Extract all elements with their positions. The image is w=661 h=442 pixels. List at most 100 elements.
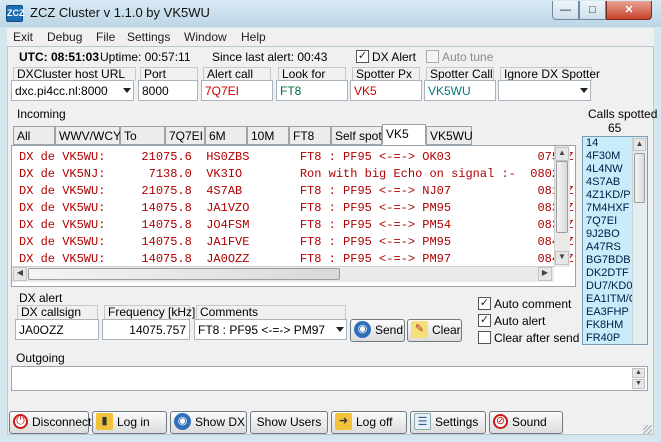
globe-icon: ◉ (354, 321, 371, 339)
comments-combo[interactable]: FT8 : PF95 <-=-> PM97 (194, 319, 347, 340)
show-dx-button[interactable]: ◉ Show DX (170, 411, 247, 434)
settings-icon: ☰ (414, 413, 431, 431)
sound-button[interactable]: ⊘ Sound (489, 411, 563, 434)
list-item[interactable]: 4F30M (586, 150, 620, 162)
host-url-combo[interactable]: dxc.pi4cc.nl:8000 (11, 80, 134, 101)
menu-debug[interactable]: Debug (47, 30, 82, 44)
message-line[interactable]: DX de VK5WU: 21075.6 HS0ZBS FT8 : PF95 <… (19, 150, 574, 164)
message-line[interactable]: DX de VK5WU: 14075.8 JA1FVE FT8 : PF95 <… (19, 235, 574, 249)
maximize-button[interactable]: □ (579, 1, 606, 20)
tab-6m[interactable]: 6M (205, 126, 247, 145)
list-item[interactable]: DU7/KD0I (586, 280, 636, 292)
clear-button[interactable]: ✎ Clear (407, 319, 462, 342)
scroll-down-icon[interactable]: ▼ (632, 379, 645, 389)
resize-grip[interactable] (643, 425, 652, 434)
list-item[interactable]: 7M4HXF (586, 202, 629, 214)
list-item[interactable]: 9J2BO (586, 228, 620, 240)
send-button[interactable]: ◉ Send (350, 319, 405, 342)
dx-alert-checkbox[interactable]: ✓ (356, 50, 369, 63)
auto-alert-checkbox[interactable]: ✓ (478, 314, 491, 327)
list-item[interactable]: 14 (586, 137, 598, 149)
list-item[interactable]: EA3FHP (586, 306, 629, 318)
menu-settings[interactable]: Settings (127, 30, 170, 44)
scroll-down-icon[interactable]: ▼ (555, 251, 569, 265)
message-line[interactable]: DX de VK5WU: 21075.8 4S7AB FT8 : PF95 <-… (19, 184, 574, 198)
tab-ft8[interactable]: FT8 (289, 126, 331, 145)
tab-self-spot[interactable]: Self spot (331, 126, 382, 145)
clear-button-label: Clear (432, 323, 461, 337)
eraser-icon: ✎ (411, 321, 428, 339)
list-item[interactable]: 7Q7EI (586, 215, 617, 227)
message-line[interactable]: DX de VK5NJ: 7138.0 VK3IO Ron with big E… (19, 167, 566, 181)
clear-after-send-label: Clear after send (494, 331, 580, 345)
log-off-button[interactable]: ➜ Log off (331, 411, 407, 434)
comments-value: FT8 : PF95 <-=-> PM97 (198, 323, 326, 337)
scroll-up-icon[interactable]: ▲ (555, 147, 569, 161)
port-input[interactable]: 8000 (138, 80, 198, 101)
frequency-input[interactable]: 14075.757 (102, 319, 190, 340)
list-item[interactable]: BG7BDB (586, 254, 631, 266)
tab-vk5wu[interactable]: VK5WU (426, 126, 473, 145)
list-item[interactable]: FR40P (586, 332, 620, 344)
look-for-input[interactable]: FT8 (276, 80, 348, 101)
list-item[interactable]: DK2DTF (586, 267, 629, 279)
scroll-right-icon[interactable]: ▶ (538, 267, 552, 281)
list-item[interactable]: 4S7AB (586, 176, 620, 188)
tab-wwv-wcy[interactable]: WWV/WCY (55, 126, 121, 145)
calls-scroll-thumb[interactable] (634, 153, 645, 203)
auto-comment-checkbox[interactable]: ✓ (478, 297, 491, 310)
outgoing-textarea[interactable] (11, 366, 648, 391)
horizontal-scroll-thumb[interactable] (28, 268, 340, 280)
alert-call-label: Alert call (203, 67, 271, 81)
spotter-px-label: Spotter Px (352, 67, 420, 81)
vertical-scroll-thumb[interactable] (556, 161, 568, 233)
auto-comment-label: Auto comment (494, 297, 572, 311)
spotter-call-input[interactable]: VK5WU (424, 80, 496, 101)
list-item[interactable]: 4Z1KD/P (586, 189, 631, 201)
list-item[interactable]: EA1ITM/Q (586, 293, 637, 305)
show-dx-label: Show DX (195, 415, 246, 429)
scroll-up-icon[interactable]: ▲ (632, 368, 645, 378)
minimize-button[interactable]: — (552, 1, 579, 20)
sound-label: Sound (512, 415, 547, 429)
dx-callsign-input[interactable]: JA0OZZ (15, 319, 99, 340)
auto-tune-checkbox[interactable] (426, 50, 439, 63)
host-url-label: DXCluster host URL (13, 67, 136, 81)
alert-call-input[interactable]: 7Q7EI (201, 80, 273, 101)
tab-all[interactable]: All (13, 126, 55, 145)
ignore-spotter-combo[interactable] (498, 80, 591, 101)
chevron-down-icon (336, 327, 344, 332)
scroll-up-icon[interactable]: ▲ (633, 138, 646, 151)
calls-spotted-count: 65 (608, 121, 622, 135)
menu-exit[interactable]: Exit (13, 30, 33, 44)
app-icon: ZCZ (6, 5, 25, 22)
dx-alert-label: DX Alert (372, 50, 417, 64)
list-item[interactable]: A47RS (586, 241, 621, 253)
close-button[interactable]: ✕ (606, 1, 652, 20)
menu-window[interactable]: Window (184, 30, 227, 44)
clear-after-send-checkbox[interactable] (478, 331, 491, 344)
tab-10m[interactable]: 10M (247, 126, 289, 145)
tab-to[interactable]: To (120, 126, 165, 145)
show-users-button[interactable]: Show Users (250, 411, 328, 434)
list-item[interactable]: 4L4NW (586, 163, 623, 175)
disconnect-button[interactable]: ⏻ Disconnect (9, 411, 91, 434)
menu-bar: Exit Debug File Settings Window Help (7, 28, 654, 46)
chevron-down-icon (123, 88, 131, 93)
list-item[interactable]: FK8HM (586, 319, 623, 331)
login-button[interactable]: ▮ Log in (92, 411, 167, 434)
tab-7q7ei[interactable]: 7Q7EI (165, 126, 205, 145)
message-line[interactable]: DX de VK5WU: 14075.8 JA0OZZ FT8 : PF95 <… (19, 252, 574, 266)
globe-icon: ◉ (174, 413, 191, 431)
spotter-px-input[interactable]: VK5 (350, 80, 422, 101)
no-sound-icon: ⊘ (493, 414, 508, 430)
message-line[interactable]: DX de VK5WU: 14075.8 JO4FSM FT8 : PF95 <… (19, 218, 574, 232)
tab-vk5[interactable]: VK5 (382, 124, 426, 145)
menu-file[interactable]: File (96, 30, 115, 44)
dx-callsign-label: DX callsign (17, 305, 98, 319)
message-line[interactable]: DX de VK5WU: 14075.8 JA1VZO FT8 : PF95 <… (19, 201, 574, 215)
door-icon: ▮ (96, 413, 113, 431)
settings-button[interactable]: ☰ Settings (410, 411, 486, 434)
scroll-left-icon[interactable]: ◀ (13, 267, 27, 281)
menu-help[interactable]: Help (241, 30, 266, 44)
